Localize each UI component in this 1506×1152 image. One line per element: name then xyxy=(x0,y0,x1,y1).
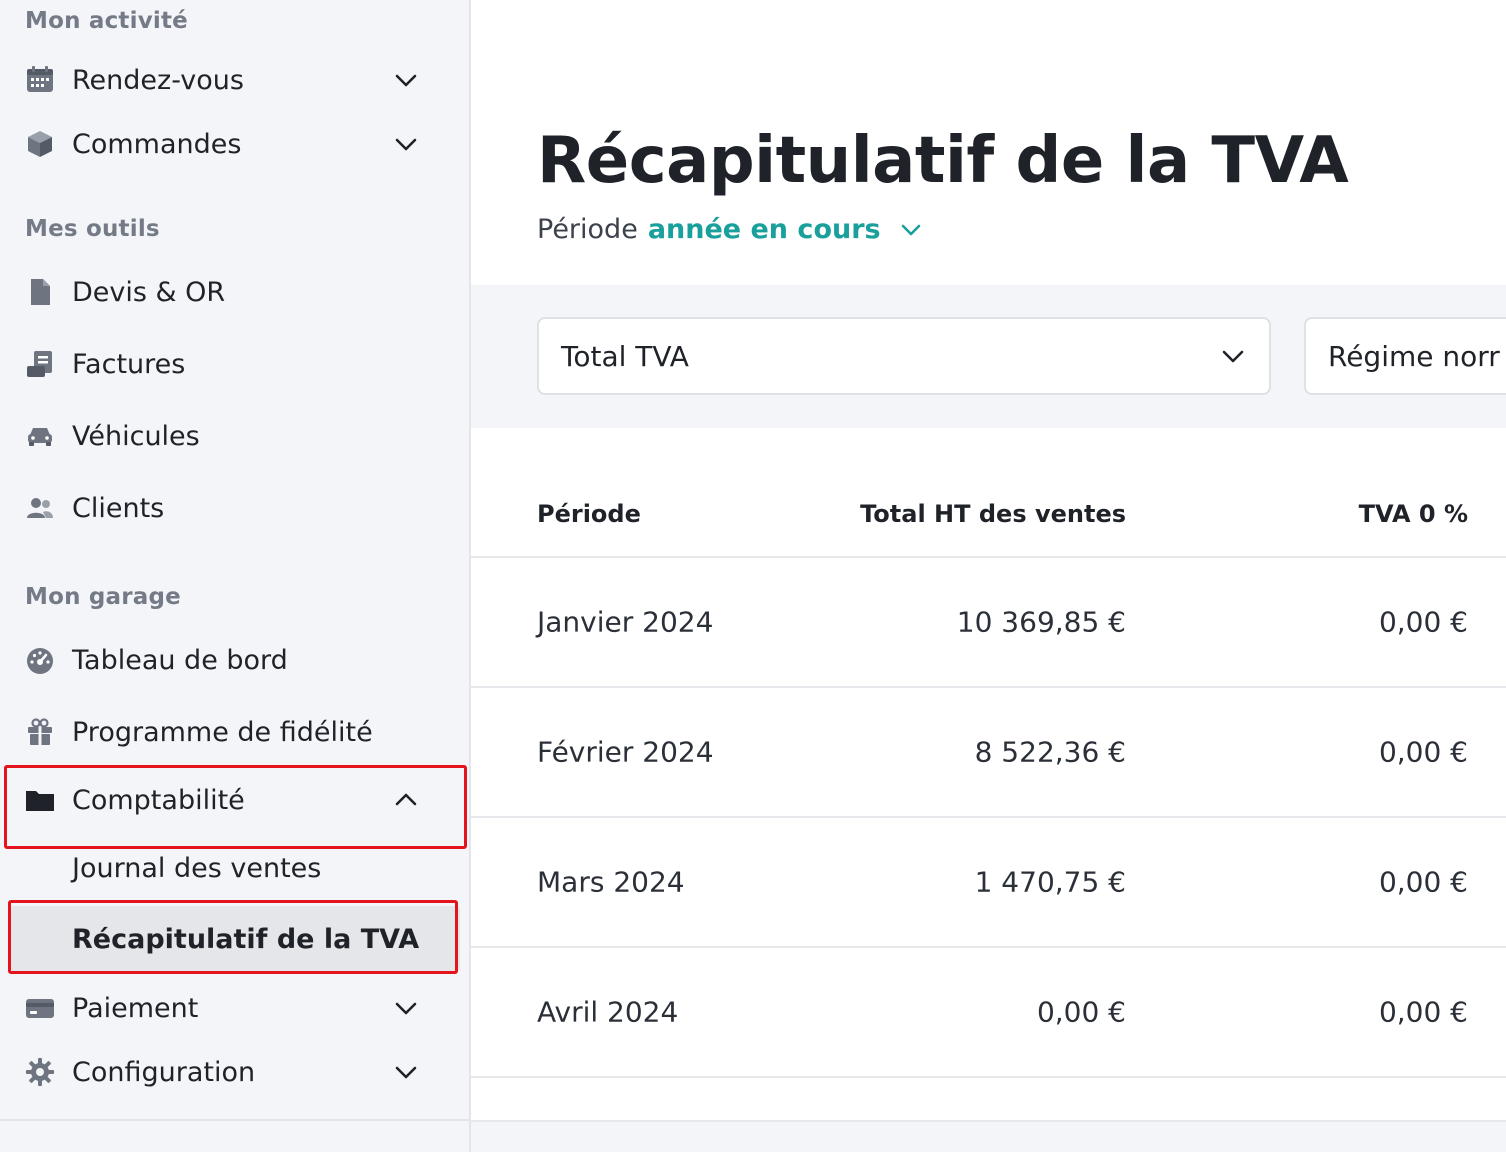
sidebar: Mon activité Rendez-vous Commandes Mes o… xyxy=(0,0,471,1152)
cell-tva-0: 0,00 € xyxy=(1378,995,1468,1029)
period-label: Période xyxy=(537,214,638,245)
sidebar-item-paiement[interactable]: Paiement xyxy=(0,978,469,1038)
table-row[interactable]: Avril 2024 0,00 € 0,00 € xyxy=(471,948,1506,1078)
sidebar-item-factures[interactable]: Factures xyxy=(0,334,469,394)
table-row[interactable]: Février 2024 8 522,36 € 0,00 € xyxy=(471,688,1506,818)
regime-select[interactable]: Régime norr xyxy=(1304,317,1506,395)
section-title-outils: Mes outils xyxy=(25,216,160,242)
cell-tva-0: 0,00 € xyxy=(1378,735,1468,769)
table-row[interactable]: Janvier 2024 10 369,85 € 0,00 € xyxy=(471,558,1506,688)
sidebar-item-label: Véhicules xyxy=(72,420,200,452)
cell-total-ht: 1 470,75 € xyxy=(974,865,1126,899)
cell-total-ht: 8 522,36 € xyxy=(974,735,1126,769)
sidebar-item-devis[interactable]: Devis & OR xyxy=(0,262,469,322)
sidebar-item-label: Clients xyxy=(72,492,165,524)
cell-tva-0: 0,00 € xyxy=(1378,865,1468,899)
tva-type-value: Total TVA xyxy=(561,339,689,373)
chevron-up-icon[interactable] xyxy=(393,787,419,813)
table-row[interactable]: Mars 2024 1 470,75 € 0,00 € xyxy=(471,818,1506,948)
invoice-icon xyxy=(25,349,55,379)
sidebar-item-label: Programme de fidélité xyxy=(72,716,373,748)
cell-total-ht: 10 369,85 € xyxy=(956,605,1126,639)
section-title-garage: Mon garage xyxy=(25,584,181,610)
sidebar-item-fidelite[interactable]: Programme de fidélité xyxy=(0,702,469,762)
sidebar-subitem-recap[interactable]: Récapitulatif de la TVA xyxy=(10,906,460,972)
sidebar-divider xyxy=(0,1119,469,1121)
period-value[interactable]: année en cours xyxy=(648,214,881,245)
sidebar-item-commandes[interactable]: Commandes xyxy=(0,114,469,174)
sidebar-subitem-label: Récapitulatif de la TVA xyxy=(72,923,420,955)
sidebar-item-vehicules[interactable]: Véhicules xyxy=(0,406,469,466)
filter-bar: Total TVA Régime norr xyxy=(471,285,1506,428)
sidebar-item-label: Rendez-vous xyxy=(72,64,244,96)
cell-periode: Avril 2024 xyxy=(537,995,679,1029)
column-header-tva-0[interactable]: TVA 0 % xyxy=(1359,500,1468,528)
sidebar-item-comptabilite[interactable]: Comptabilité xyxy=(0,770,469,830)
sidebar-item-configuration[interactable]: Configuration xyxy=(0,1042,469,1102)
chevron-down-icon[interactable] xyxy=(899,218,923,242)
main-content: Récapitulatif de la TVA Période année en… xyxy=(471,0,1506,1152)
folder-icon xyxy=(25,785,55,815)
sidebar-subitem-journal[interactable]: Journal des ventes xyxy=(0,835,450,901)
regime-value: Régime norr xyxy=(1328,339,1500,373)
period-selector[interactable]: Période année en cours xyxy=(537,214,923,245)
sidebar-item-label: Tableau de bord xyxy=(72,644,288,676)
chevron-down-icon[interactable] xyxy=(393,995,419,1021)
box-icon xyxy=(25,129,55,159)
calendar-icon xyxy=(25,65,55,95)
sidebar-item-label: Commandes xyxy=(72,128,242,160)
cell-periode: Mars 2024 xyxy=(537,865,685,899)
chevron-down-icon[interactable] xyxy=(393,67,419,93)
cell-tva-0: 0,00 € xyxy=(1378,605,1468,639)
column-header-total-ht[interactable]: Total HT des ventes xyxy=(860,500,1126,528)
gear-icon xyxy=(25,1057,55,1087)
cell-total-ht: 0,00 € xyxy=(1036,995,1126,1029)
page-title: Récapitulatif de la TVA xyxy=(537,124,1349,198)
chevron-down-icon[interactable] xyxy=(393,1059,419,1085)
sidebar-item-rendezvous[interactable]: Rendez-vous xyxy=(0,50,469,110)
credit-card-icon xyxy=(25,993,55,1023)
section-title-activite: Mon activité xyxy=(25,8,188,34)
sidebar-item-label: Factures xyxy=(72,348,186,380)
gift-icon xyxy=(25,717,55,747)
cell-periode: Janvier 2024 xyxy=(537,605,714,639)
document-icon xyxy=(25,277,55,307)
car-icon xyxy=(25,421,55,451)
sidebar-item-label: Comptabilité xyxy=(72,784,245,816)
main-bottom-band xyxy=(471,1120,1506,1152)
column-header-periode[interactable]: Période xyxy=(537,500,641,528)
sidebar-item-label: Paiement xyxy=(72,992,199,1024)
cell-periode: Février 2024 xyxy=(537,735,714,769)
chevron-down-icon xyxy=(1222,350,1244,363)
users-icon xyxy=(25,493,55,523)
sidebar-item-label: Devis & OR xyxy=(72,276,226,308)
sidebar-item-tableau[interactable]: Tableau de bord xyxy=(0,630,469,690)
chevron-down-icon[interactable] xyxy=(393,131,419,157)
gauge-icon xyxy=(25,645,55,675)
sidebar-item-label: Configuration xyxy=(72,1056,256,1088)
tva-type-select[interactable]: Total TVA xyxy=(537,317,1271,395)
sidebar-item-clients[interactable]: Clients xyxy=(0,478,469,538)
sidebar-subitem-label: Journal des ventes xyxy=(72,852,322,884)
